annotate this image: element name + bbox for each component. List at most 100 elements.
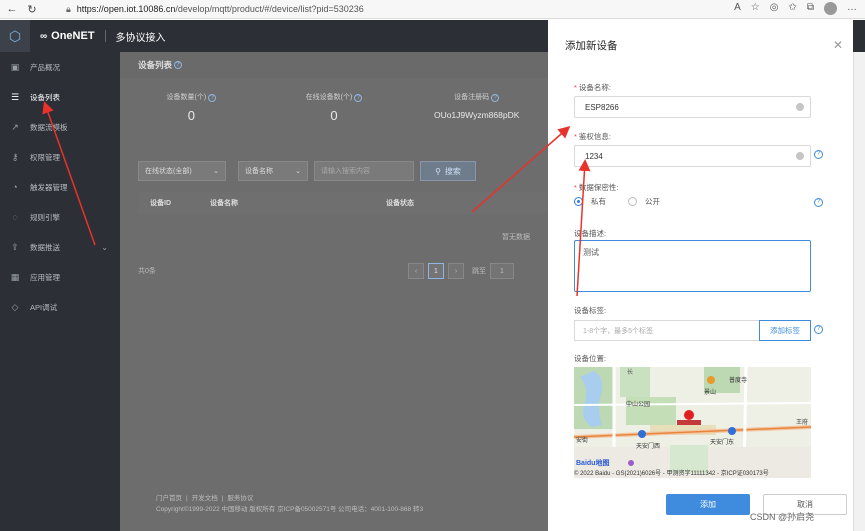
sidebar-item-label: 权限管理 <box>30 152 60 162</box>
sidebar: ▣ 产品概况 ☰ 设备列表 ↗ 数据流模板 ⚷ 权限管理 ◔ 触发器管理 ◌ 规则引擎 ⇪ 数… <box>0 52 120 531</box>
sidebar-item-label: 数据流模板 <box>30 122 68 132</box>
help-icon[interactable]: ? <box>354 94 363 102</box>
clear-icon[interactable] <box>796 103 804 111</box>
address-bar[interactable]: 🔒︎ https://open.iot.10086.cn/develop/mqt… <box>66 1 786 17</box>
status-select[interactable]: 在线状态(全部) ⌄ <box>138 161 226 181</box>
device-name-input[interactable]: ESP8266 <box>574 96 811 118</box>
next-page-button[interactable]: › <box>448 263 464 279</box>
location-label: 设备位置: <box>574 354 607 363</box>
auth-label: * 鉴权信息: <box>574 131 611 142</box>
favorites-bar-icon[interactable]: ✩ <box>788 2 796 15</box>
search-placeholder: 请输入搜索内容 <box>321 168 370 175</box>
private-option-label[interactable]: 私有 <box>591 196 606 207</box>
help-icon[interactable]: ? <box>814 198 823 207</box>
field-select-value: 设备名称 <box>245 168 273 175</box>
chevron-down-icon: ⌄ <box>101 242 108 252</box>
add-device-drawer: 添加新设备 ✕ * 设备名称: ESP8266 * 鉴权信息: 1234 ? * 数据… <box>548 20 853 531</box>
sidebar-item-label: 应用管理 <box>30 272 60 282</box>
divider <box>104 30 106 42</box>
device-table: 设备ID 设备名称 设备状态 暂无数据 <box>138 192 548 260</box>
tag-label: 设备标签: <box>574 306 607 315</box>
chevron-down-icon: ⌄ <box>295 168 301 175</box>
column-header: 设备状态 <box>386 200 414 207</box>
device-name-value: ESP8266 <box>585 102 619 112</box>
tag-placeholder: 1-8个字，最多5个标签 <box>583 327 654 335</box>
box-icon: ▣ <box>10 61 20 72</box>
url-host: https://open.iot.10086.cn <box>76 4 176 14</box>
search-input[interactable]: 请输入搜索内容 <box>314 161 414 181</box>
list-icon: ☰ <box>10 91 20 102</box>
page-1-button[interactable]: 1 <box>428 263 444 279</box>
auth-info-input[interactable]: 1234 <box>574 145 811 167</box>
description-textarea[interactable]: 测试 <box>574 240 811 292</box>
brand-name: OneNET <box>51 30 95 42</box>
help-icon[interactable]: ? <box>814 150 823 159</box>
help-icon[interactable]: ? <box>208 94 217 102</box>
field-select[interactable]: 设备名称 ⌄ <box>238 161 308 181</box>
stat-register-code: 设备注册码? OUo1J9Wyzm868pDK <box>405 92 548 152</box>
key-icon: ⚷ <box>11 151 19 162</box>
public-radio[interactable] <box>628 197 637 206</box>
public-option-label[interactable]: 公开 <box>645 196 660 207</box>
stat-online-count: 在线设备数(个)? 0 <box>263 92 406 152</box>
empty-state: 暂无数据 <box>138 214 548 260</box>
add-button[interactable]: 添加 <box>666 494 750 515</box>
map-label: 天安门东 <box>710 440 735 446</box>
sidebar-item-push[interactable]: ⇪ 数据推送 ⌄ <box>0 232 120 262</box>
sidebar-item-permissions[interactable]: ⚷ 权限管理 <box>0 142 120 172</box>
stat-label: 在线设备数(个) <box>305 94 353 101</box>
help-icon[interactable]: ? <box>174 61 183 69</box>
api-icon: ◇ <box>11 301 19 312</box>
footer-sep: | <box>221 495 224 502</box>
sidebar-item-triggers[interactable]: ◔ 触发器管理 <box>0 172 120 202</box>
required-mark: * <box>574 183 577 192</box>
sidebar-item-overview[interactable]: ▣ 产品概况 <box>0 52 120 82</box>
rule-icon: ◌ <box>12 212 18 222</box>
page-scrollbar[interactable] <box>853 52 865 531</box>
search-button[interactable]: ⚲ 搜索 <box>420 161 476 181</box>
map-tiles <box>574 367 811 478</box>
jump-input[interactable]: 1 <box>490 263 514 279</box>
footer-link-terms[interactable]: 服务协议 <box>227 495 253 502</box>
favorite-icon[interactable]: ☆ <box>751 2 760 15</box>
product-switch-icon[interactable]: ⬡ <box>0 20 30 52</box>
chevron-down-icon: ⌄ <box>213 168 219 175</box>
map-label: 普度寺 <box>729 378 748 384</box>
sidebar-item-apps[interactable]: ▦ 应用管理 <box>0 262 120 292</box>
footer-link-home[interactable]: 门户首页 <box>156 495 182 502</box>
required-mark: * <box>574 83 577 92</box>
extensions-icon[interactable]: ◎ <box>770 2 779 15</box>
sidebar-item-datastream[interactable]: ↗ 数据流模板 <box>0 112 120 142</box>
map-label: 天安门西 <box>636 444 661 450</box>
add-tag-button[interactable]: 添加标签 <box>759 320 811 341</box>
table-header: 设备ID 设备名称 设备状态 <box>138 192 548 214</box>
refresh-icon[interactable]: ↻ <box>24 1 40 17</box>
collections-icon[interactable]: ⧉ <box>807 2 814 15</box>
help-icon[interactable]: ? <box>814 325 823 334</box>
footer-link-docs[interactable]: 开发文档 <box>192 495 218 502</box>
read-aloud-icon[interactable]: A <box>734 2 741 15</box>
stats-panel: 设备数量(个)? 0 在线设备数(个)? 0 设备注册码? OUo1J9Wyzm… <box>120 92 548 152</box>
location-map[interactable]: 长 中山公园 景山 普度寺 天安门西 天安门东 安街 王府 Baidu地图 © … <box>574 367 811 478</box>
help-icon[interactable]: ? <box>491 94 500 102</box>
prev-page-button[interactable]: ‹ <box>408 263 424 279</box>
map-copyright: © 2022 Baidu - GS(2021)6026号 - 甲测资字11111… <box>574 471 769 477</box>
empty-text: 暂无数据 <box>502 234 530 241</box>
brand[interactable]: ∞ OneNET <box>40 30 95 42</box>
jump-label: 跳至 <box>472 268 486 275</box>
sidebar-item-api[interactable]: ◇ API调试 <box>0 292 120 322</box>
tag-input[interactable]: 1-8个字，最多5个标签 <box>574 320 759 341</box>
sidebar-item-label: API调试 <box>30 302 58 312</box>
privacy-label: * 数据保密性: <box>574 182 619 193</box>
sidebar-item-rules[interactable]: ◌ 规则引擎 <box>0 202 120 232</box>
desc-label: 设备描述: <box>574 229 607 238</box>
sidebar-item-label: 触发器管理 <box>30 182 68 192</box>
sidebar-item-device-list[interactable]: ☰ 设备列表 <box>0 82 120 112</box>
close-icon[interactable]: ✕ <box>833 38 843 52</box>
private-radio[interactable] <box>574 197 583 206</box>
search-button-label: 搜索 <box>444 166 461 176</box>
clear-icon[interactable] <box>796 152 804 160</box>
avatar[interactable] <box>824 2 837 15</box>
more-icon[interactable]: … <box>847 2 857 15</box>
back-icon[interactable]: ← <box>4 1 20 17</box>
